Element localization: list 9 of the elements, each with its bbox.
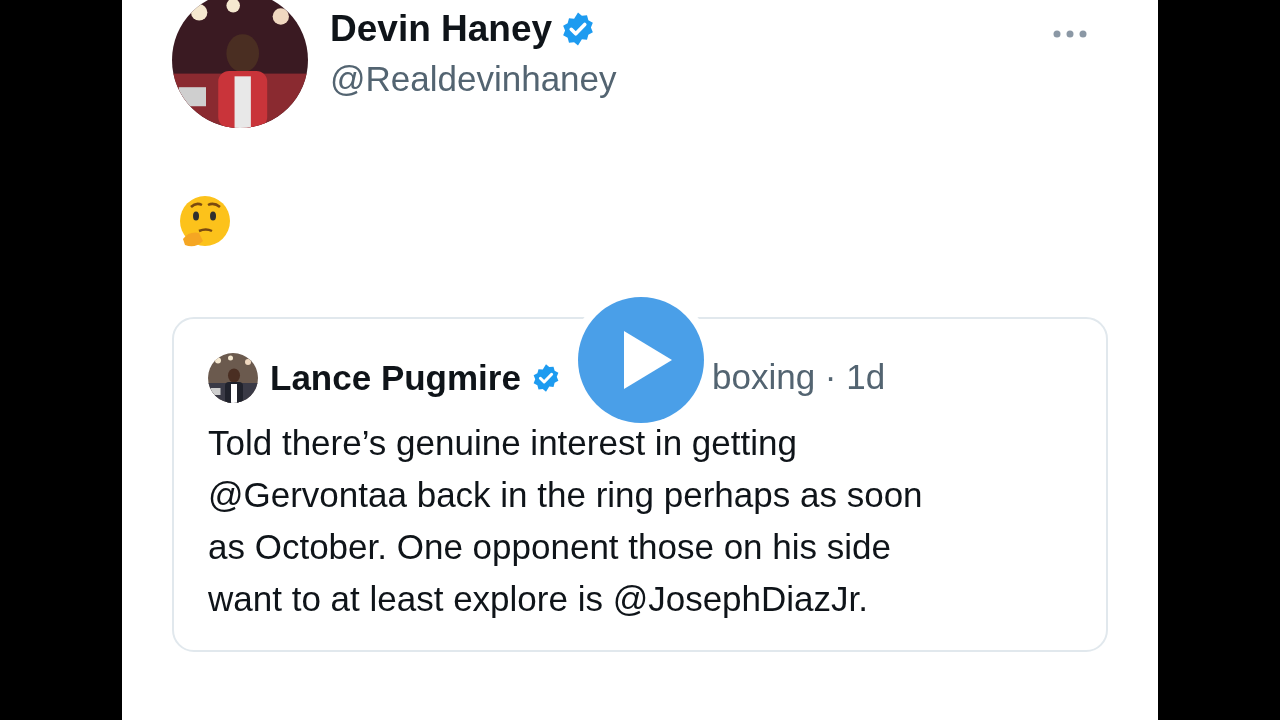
author-name: Devin Haney	[330, 10, 553, 47]
quoted-tweet-text: as October. One opponent those on his side	[208, 525, 892, 568]
quoted-author-name: Lance Pugmire	[270, 357, 521, 399]
quoted-tweet-text: @Gervontaa back in the ring perhaps as soon	[208, 473, 924, 516]
more-options-icon[interactable]	[1052, 29, 1088, 39]
quoted-tweet-text: want to at least explore is @JosephDiazJr.	[208, 577, 869, 620]
quoted-tweet-text: Told there’s genuine interest in getting	[208, 421, 798, 464]
quoted-handle-time: boxing · 1d	[712, 359, 886, 394]
author-handle: @Realdevinhaney	[330, 61, 617, 96]
